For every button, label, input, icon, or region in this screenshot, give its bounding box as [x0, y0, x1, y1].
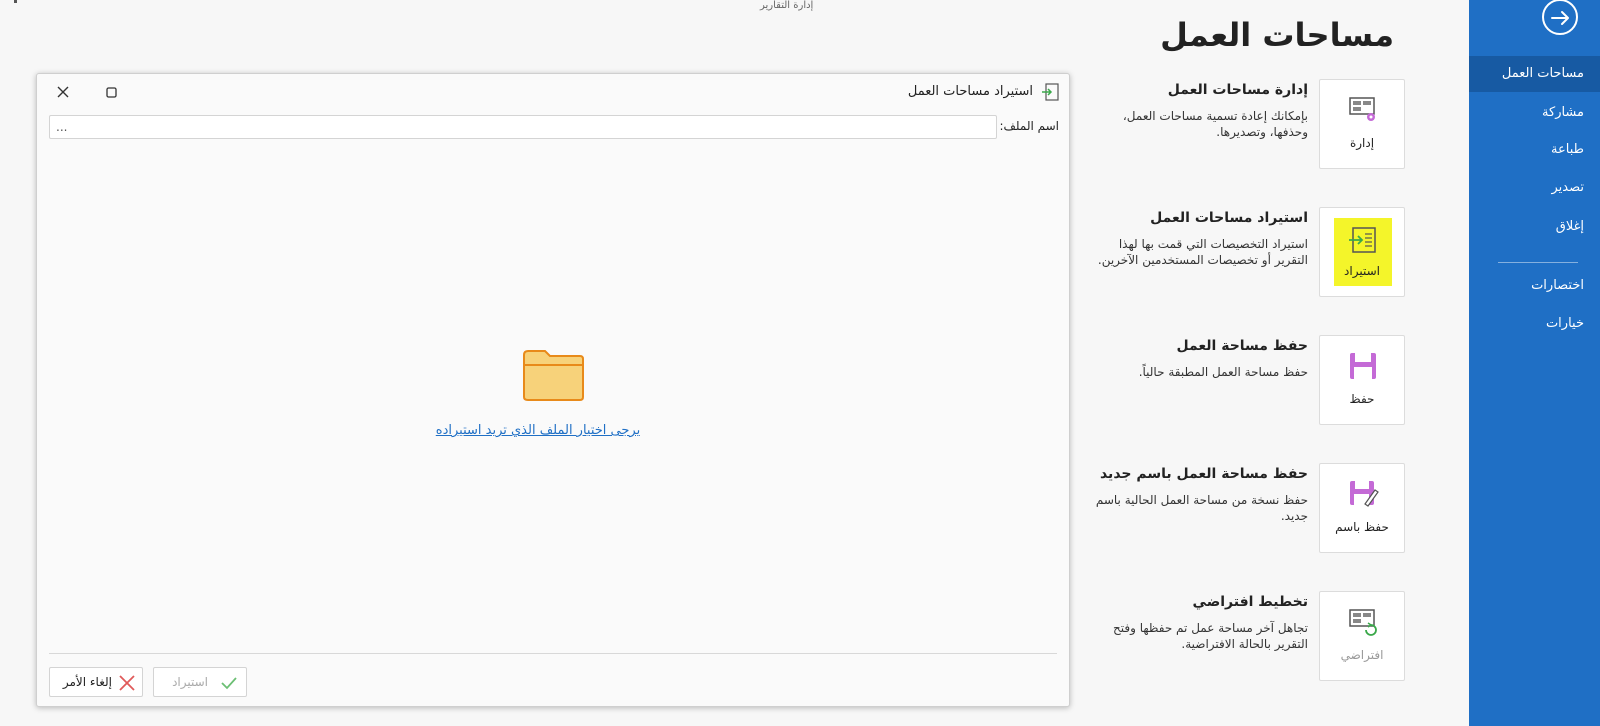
close-icon[interactable]	[53, 82, 73, 102]
default-label: افتراضي	[1340, 648, 1384, 662]
choose-file-link[interactable]: يرجى اختيار الملف الذي تريد استيراده	[37, 423, 1071, 438]
manage-title: إدارة مساحات العمل	[1167, 82, 1308, 98]
manage-text: بإمكانك إعادة تسمية مساحات العمل، وحذفها…	[1122, 109, 1308, 139]
sidebar: مساحات العمل مشاركة طباعة تصدير إغلاق اخ…	[1469, 0, 1600, 726]
import-icon	[1042, 83, 1059, 101]
save-label: حفظ	[1349, 392, 1375, 406]
page-title: مساحات العمل	[1160, 16, 1394, 54]
sidebar-item-export[interactable]: تصدير	[1469, 170, 1600, 206]
import-button[interactable]: استيراد	[153, 667, 247, 697]
save-icon	[1350, 353, 1376, 379]
import-description: استيراد مساحات العمل استيراد التخصيصات ا…	[1088, 210, 1308, 268]
save-description: حفظ مساحة العمل حفظ مساحة العمل المطبقة …	[1088, 338, 1308, 380]
import-icon	[1349, 227, 1376, 253]
save-card[interactable]: حفظ	[1319, 335, 1405, 425]
cancel-button-label: إلغاء الأمر	[62, 675, 112, 689]
save-as-text: حفظ نسخة من مساحة العمل الحالية باسم جدي…	[1095, 493, 1308, 523]
maximize-icon[interactable]	[101, 82, 121, 102]
choose-file-link-text[interactable]: يرجى اختيار الملف الذي تريد استيراده	[436, 423, 640, 438]
import-text: استيراد التخصيصات التي قمت بها لهذا التق…	[1097, 237, 1308, 267]
sidebar-item-options[interactable]: خيارات	[1469, 306, 1600, 342]
default-text: تجاهل آخر مساحة عمل تم حفظها وفتح التقري…	[1113, 621, 1308, 651]
import-card[interactable]: استيراد	[1319, 207, 1405, 297]
save-as-title: حفظ مساحة العمل باسم جديد	[1099, 466, 1308, 482]
manage-description: إدارة مساحات العمل بإمكانك إعادة تسمية م…	[1088, 82, 1308, 140]
sidebar-item-workspaces[interactable]: مساحات العمل	[1469, 56, 1600, 92]
sidebar-item-close[interactable]: إغلاق	[1469, 209, 1600, 245]
cancel-button[interactable]: إلغاء الأمر	[49, 667, 143, 697]
save-as-card[interactable]: حفظ باسم	[1319, 463, 1405, 553]
import-dialog: استيراد مساحات العمل اسم الملف: ... يرجى…	[36, 73, 1070, 707]
file-name-input[interactable]: ...	[49, 115, 997, 139]
sidebar-divider	[1498, 262, 1578, 263]
import-button-label: استيراد	[172, 675, 208, 689]
save-as-icon	[1350, 481, 1379, 507]
arrow-right-icon	[1551, 11, 1569, 25]
import-title: استيراد مساحات العمل	[1150, 210, 1308, 226]
save-title: حفظ مساحة العمل	[1176, 338, 1309, 354]
save-as-label: حفظ باسم	[1335, 520, 1389, 534]
folder-icon[interactable]	[521, 347, 587, 403]
check-icon	[221, 677, 237, 690]
default-description: تخطيط افتراضي تجاهل آخر مساحة عمل تم حفظ…	[1088, 594, 1308, 652]
sidebar-item-share[interactable]: مشاركة	[1469, 95, 1600, 131]
save-as-description: حفظ مساحة العمل باسم جديد حفظ نسخة من مس…	[1088, 466, 1308, 524]
manage-label: إدارة	[1349, 136, 1375, 150]
sidebar-item-print[interactable]: طباعة	[1469, 132, 1600, 168]
default-title: تخطيط افتراضي	[1192, 594, 1308, 610]
dialog-divider	[49, 653, 1057, 654]
top-left-mark	[14, 0, 17, 3]
file-name-label: اسم الملف:	[999, 119, 1059, 133]
monitor-gear-icon	[1349, 97, 1375, 121]
import-label: استيراد	[1344, 264, 1380, 278]
save-text: حفظ مساحة العمل المطبقة حالياً.	[1138, 365, 1308, 379]
top-strip-text: إدارة التقارير	[760, 0, 814, 11]
manage-card[interactable]: إدارة	[1319, 79, 1405, 169]
dialog-title: استيراد مساحات العمل	[907, 84, 1033, 99]
sidebar-item-shortcuts[interactable]: اختصارات	[1469, 268, 1600, 304]
default-card[interactable]: افتراضي	[1319, 591, 1405, 681]
back-button[interactable]	[1542, 0, 1578, 35]
monitor-reset-icon	[1349, 609, 1377, 636]
close-x-icon	[119, 675, 135, 691]
